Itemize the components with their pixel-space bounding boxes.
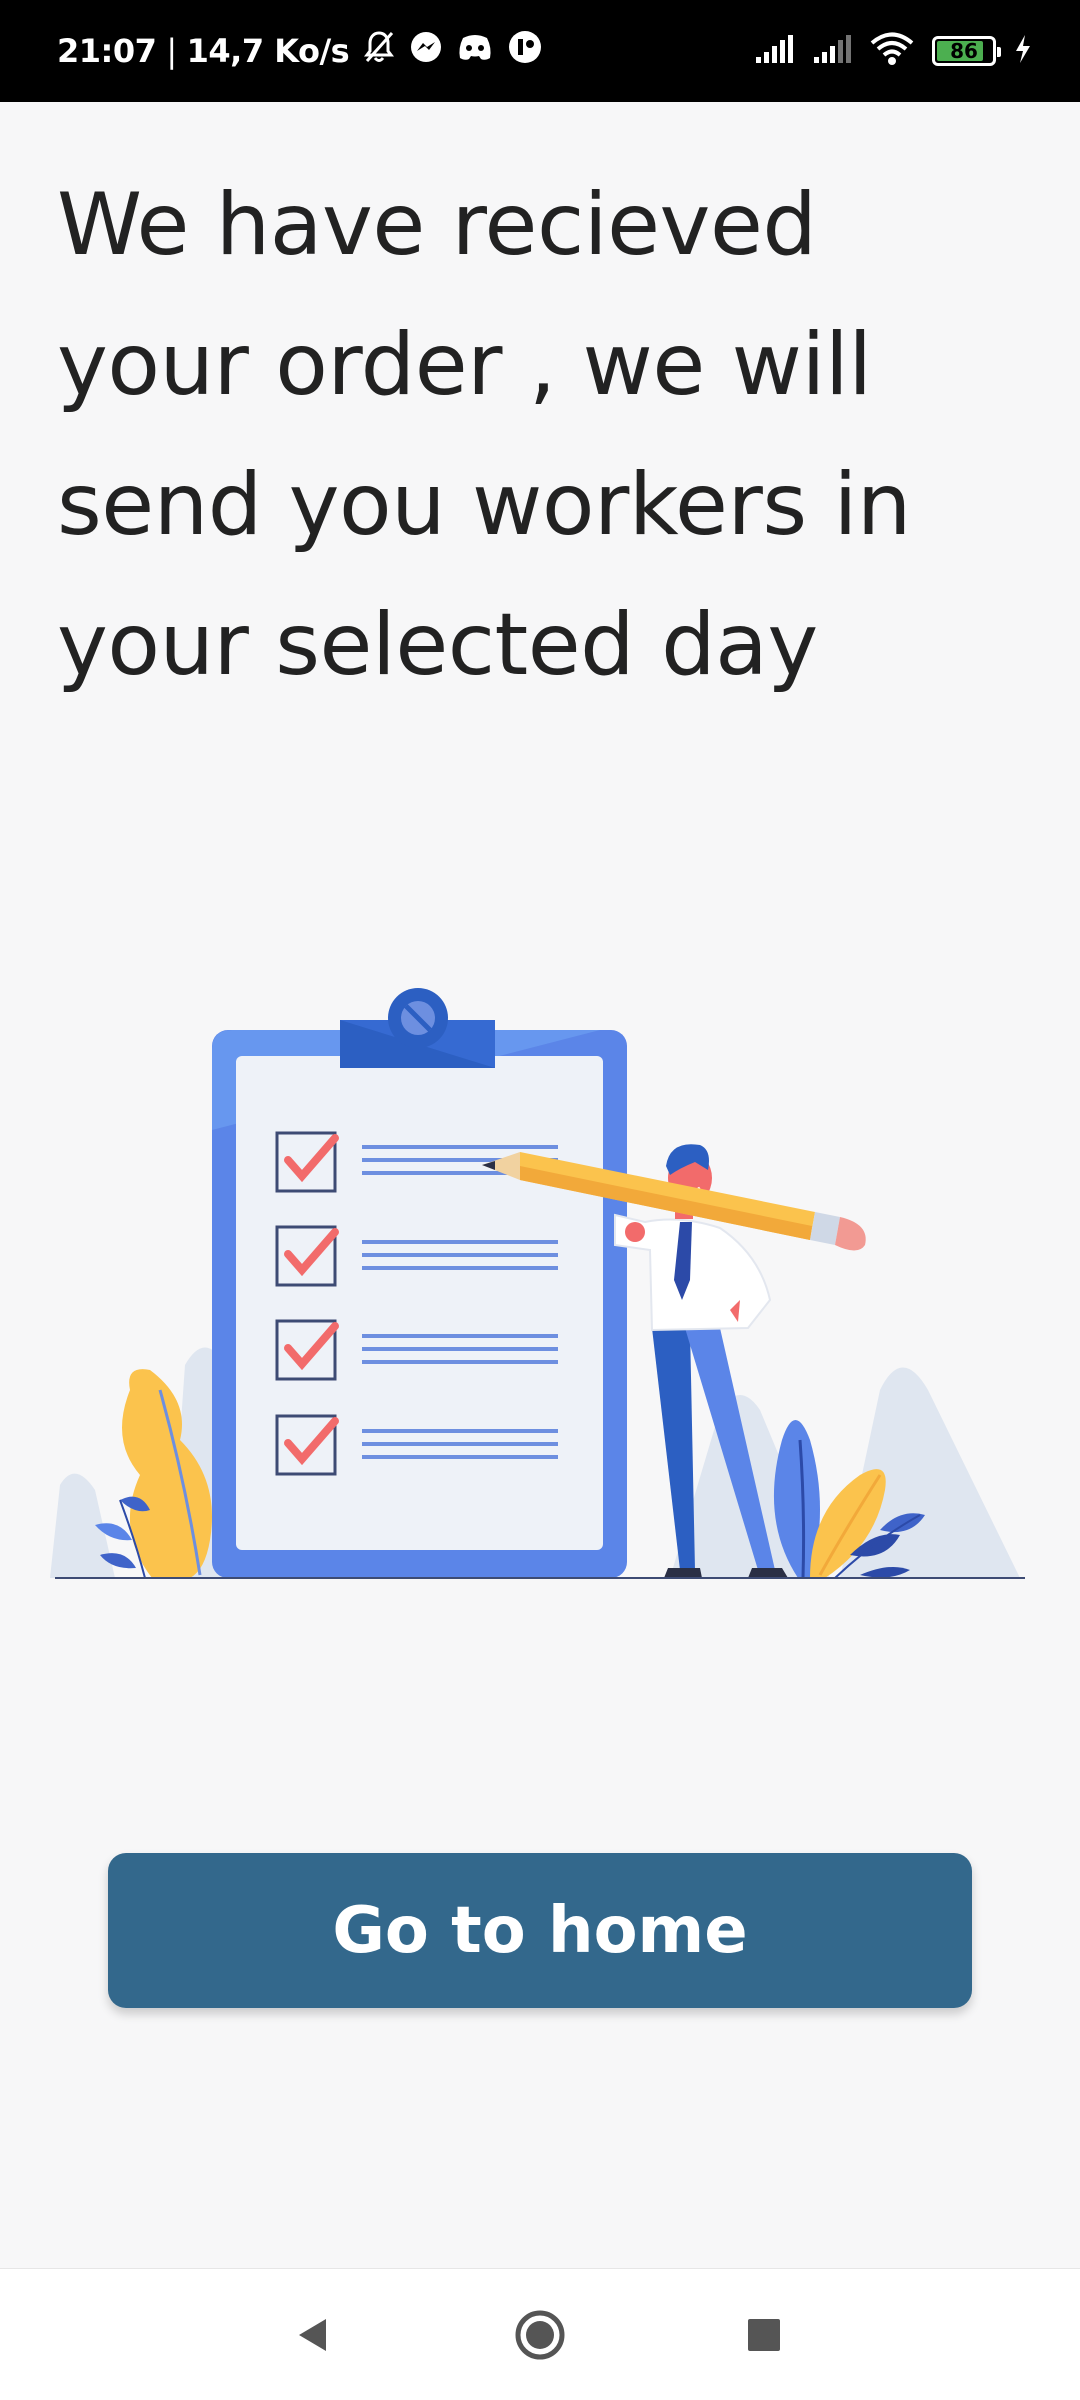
discord-icon: [457, 32, 493, 70]
back-triangle-icon[interactable]: [253, 2269, 373, 2400]
signal-icon: [812, 33, 852, 69]
messenger-icon: [409, 30, 443, 72]
checklist-illustration: [50, 988, 1025, 1579]
confirmation-headline: We have recieved your order , we will se…: [57, 155, 1037, 715]
status-separator: |: [166, 32, 177, 70]
recents-square-icon[interactable]: [704, 2269, 824, 2400]
status-right: 86: [754, 0, 1032, 102]
signal-icon: [754, 33, 794, 69]
navigation-bar: [0, 2268, 1080, 2400]
network-speed: 14,7 Ko/s: [186, 32, 350, 70]
battery-icon: 86: [932, 36, 1001, 66]
headline-line: send you workers in: [57, 455, 911, 555]
battery-cap: [997, 47, 1001, 57]
status-time: 21:07: [57, 32, 157, 70]
headline-line: your selected day: [57, 595, 818, 695]
headline-line: your order , we will: [57, 315, 872, 415]
status-left: 21:07 | 14,7 Ko/s: [57, 0, 543, 102]
go-to-home-button[interactable]: Go to home: [108, 1853, 972, 2008]
battery-level: 86: [950, 39, 978, 63]
mute-icon: [363, 30, 395, 72]
home-circle-icon[interactable]: [480, 2269, 600, 2400]
headline-line: We have recieved: [57, 175, 817, 275]
app-icon: [507, 29, 543, 73]
charging-icon: [1014, 34, 1032, 68]
status-bar: 21:07 | 14,7 Ko/s 86: [0, 0, 1080, 102]
wifi-icon: [870, 32, 914, 70]
